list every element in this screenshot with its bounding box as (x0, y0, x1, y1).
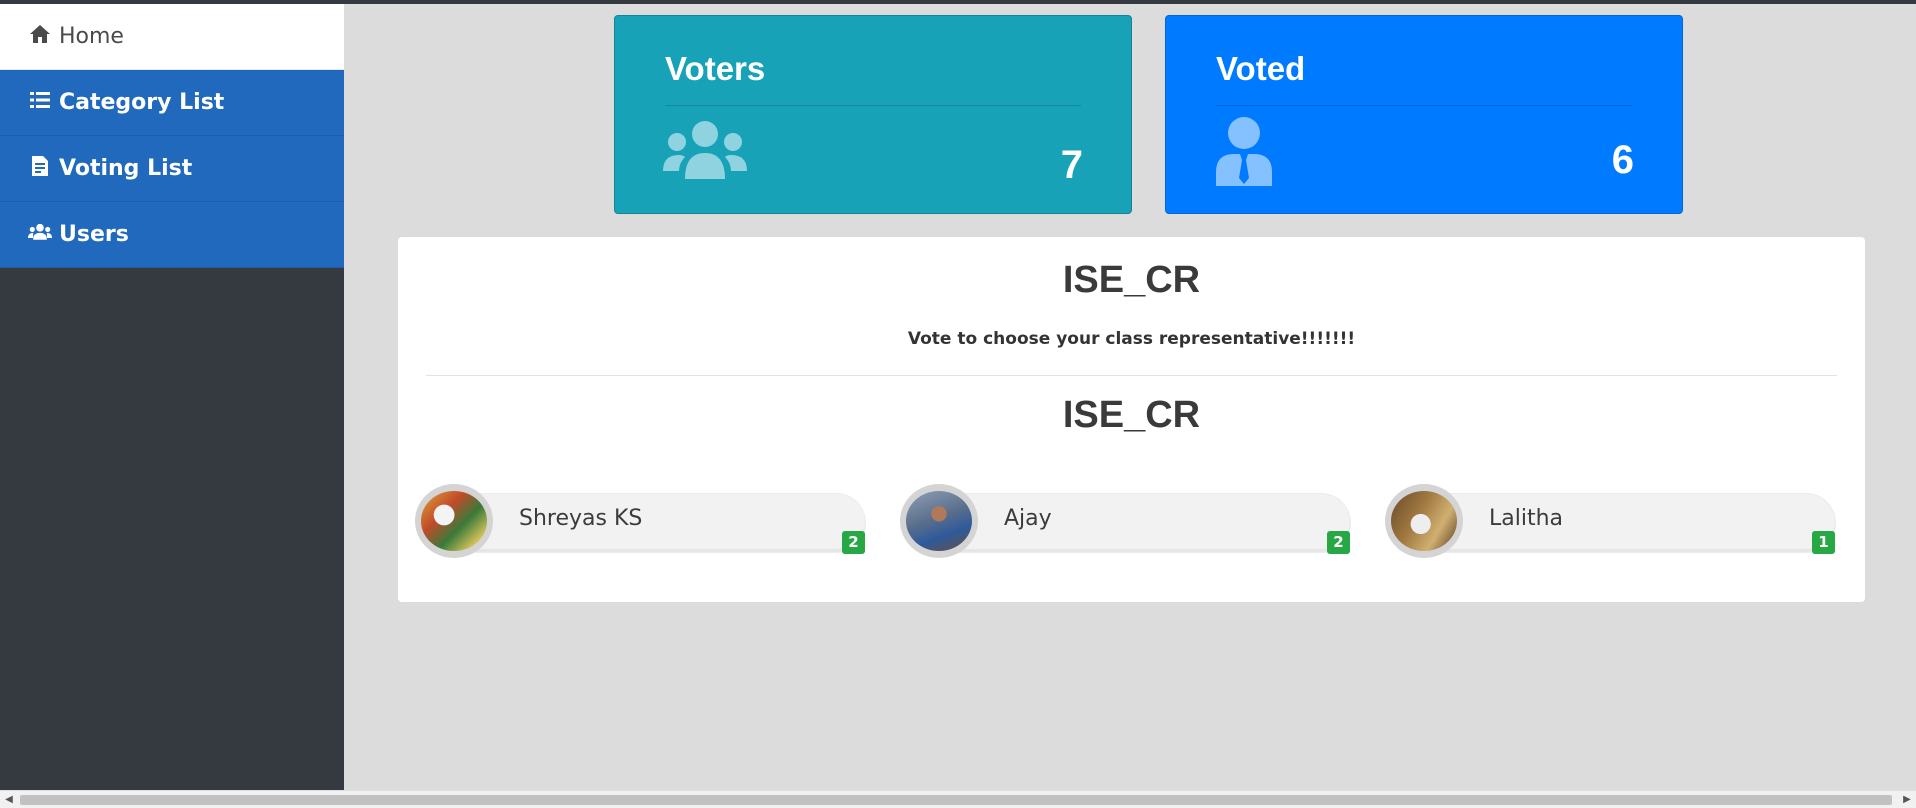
sidebar-item-category-list[interactable]: Category List (0, 70, 344, 136)
sidebar-item-users[interactable]: Users (0, 202, 344, 268)
avatar (415, 484, 493, 558)
list-icon (28, 88, 59, 118)
candidate-name: Lalitha (1489, 506, 1564, 531)
voters-card: Voters 7 (614, 15, 1132, 214)
voted-card: Voted 6 (1165, 15, 1683, 214)
candidate-card[interactable]: Shreyas KS 2 (415, 484, 867, 558)
voters-count: 7 (1060, 143, 1083, 187)
sidebar-item-label: Voting List (59, 156, 193, 181)
avatar (1385, 484, 1463, 558)
category-description: Vote to choose your class representative… (907, 329, 1356, 349)
users-icon (28, 220, 59, 250)
vote-count-badge: 1 (1812, 531, 1835, 554)
voters-title: Voters (665, 50, 766, 87)
sidebar-item-home[interactable]: Home (0, 4, 344, 70)
vote-count-badge: 2 (842, 531, 865, 554)
sidebar-item-voting-list[interactable]: Voting List (0, 136, 344, 202)
file-text-icon (28, 154, 59, 184)
avatar (900, 484, 978, 558)
scrollbar-thumb[interactable] (20, 795, 1892, 805)
voted-title: Voted (1216, 50, 1306, 87)
candidate-name: Ajay (1004, 506, 1052, 531)
user-tie-icon (1214, 116, 1274, 190)
sidebar: Home Category List Voting List Users (0, 4, 344, 790)
voted-count: 6 (1611, 138, 1634, 182)
users-group-icon (663, 119, 747, 185)
card-divider (665, 105, 1081, 106)
vote-count-badge: 2 (1327, 531, 1350, 554)
horizontal-scrollbar[interactable]: ◀ ▶ (0, 790, 1916, 808)
candidate-card[interactable]: Lalitha 1 (1385, 484, 1837, 558)
category-panel: ISE_CR Vote to choose your class represe… (398, 237, 1865, 602)
sidebar-item-label: Users (59, 222, 129, 247)
card-divider (1216, 105, 1632, 106)
category-subtitle: ISE_CR (1062, 394, 1201, 436)
divider (426, 375, 1837, 376)
category-title: ISE_CR (1062, 259, 1201, 301)
sidebar-item-label: Category List (59, 90, 225, 115)
scroll-left-icon[interactable]: ◀ (2, 794, 16, 805)
candidate-name: Shreyas KS (519, 506, 643, 531)
sidebar-item-label: Home (59, 24, 124, 49)
candidate-card[interactable]: Ajay 2 (900, 484, 1352, 558)
scroll-right-icon[interactable]: ▶ (1900, 794, 1914, 805)
home-icon (28, 22, 59, 52)
